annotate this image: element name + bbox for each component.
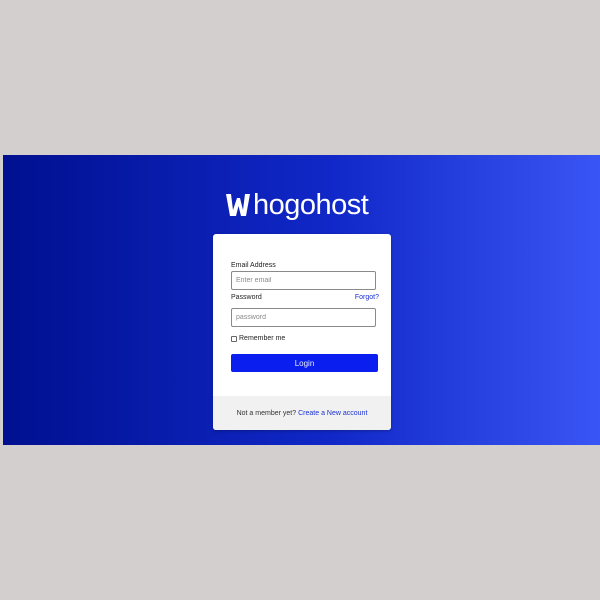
signup-footer: Not a member yet? Create a New account [213,396,391,430]
remember-me-row: Remember me [231,335,285,342]
whogohost-logo-icon [226,194,250,216]
login-card: Email Address Password Forgot? Remember … [213,234,391,430]
signup-prompt: Not a member yet? [236,409,297,417]
forgot-password-link[interactable]: Forgot? [355,294,379,301]
remember-me-label[interactable]: Remember me [239,335,285,342]
password-input[interactable] [231,308,376,327]
page: hogohost Email Address Password Forgot? … [0,0,600,600]
brand-name: hogohost [253,189,369,221]
remember-me-checkbox[interactable] [231,335,237,342]
password-label: Password [231,294,262,301]
login-button[interactable]: Login [231,354,378,372]
email-input[interactable] [231,271,376,290]
email-label: Email Address [231,262,276,269]
brand-logo[interactable]: hogohost [225,189,369,221]
create-account-link[interactable]: Create a New account [298,410,367,417]
